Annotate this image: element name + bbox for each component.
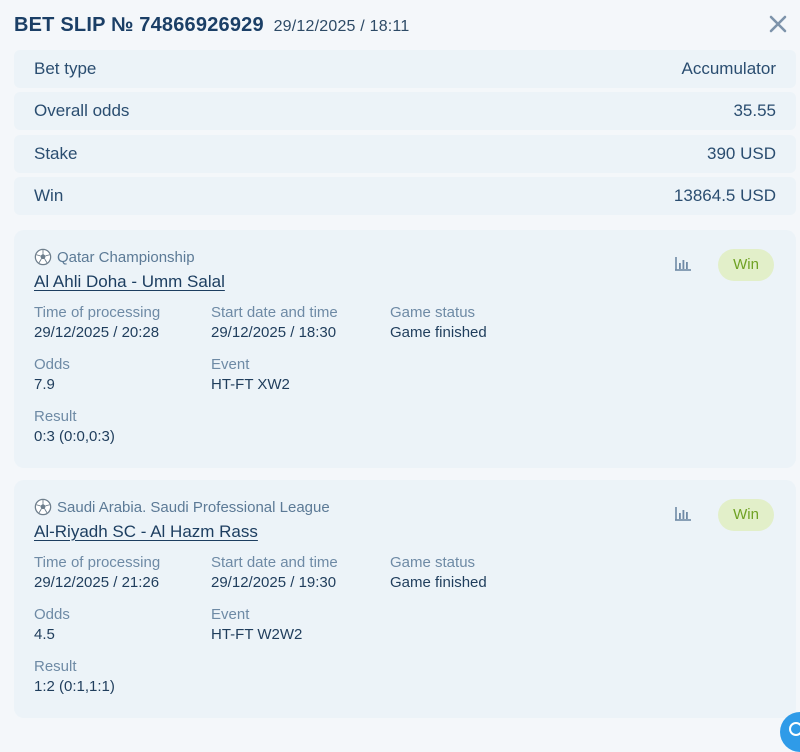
league-label: Qatar Championship xyxy=(57,248,195,266)
summary-label: Bet type xyxy=(34,59,97,78)
field-odds: Odds 7.9 xyxy=(34,356,70,393)
statistics-icon[interactable] xyxy=(674,254,692,272)
field-label: Game status xyxy=(390,304,476,321)
field-label: Start date and time xyxy=(211,554,338,571)
field-event: Event HT-FT XW2 xyxy=(211,356,290,393)
summary-value: Accumulator xyxy=(681,59,776,78)
field-event: Event HT-FT W2W2 xyxy=(211,606,302,643)
field-label: Game status xyxy=(390,554,476,571)
field-label: Time of processing xyxy=(34,304,161,321)
summary-row-bet-type: Bet type Accumulator xyxy=(14,50,796,88)
match-link[interactable]: Al-Riyadh SC - Al Hazm Rass xyxy=(34,522,258,542)
field-start-date: Start date and time 29/12/2025 / 18:30 xyxy=(211,304,338,341)
status-badge: Win xyxy=(718,249,774,281)
summary-row-win: Win 13864.5 USD xyxy=(14,177,796,215)
field-game-status: Game status Game finished xyxy=(390,304,487,341)
field-time-of-processing: Time of processing 29/12/2025 / 20:28 xyxy=(34,304,160,341)
field-value: 4.5 xyxy=(34,626,55,643)
summary-label: Stake xyxy=(34,144,78,163)
field-start-date: Start date and time 29/12/2025 / 19:30 xyxy=(211,554,338,591)
summary-label: Win xyxy=(34,186,64,205)
summary-label: Overall odds xyxy=(34,101,130,120)
summary-row-stake: Stake 390 USD xyxy=(14,135,796,173)
field-value: 29/12/2025 / 20:28 xyxy=(34,324,160,341)
field-label: Odds xyxy=(34,606,70,623)
bet-slip-header: BET SLIP № 74866926929 29/12/2025 / 18:1… xyxy=(0,0,800,50)
page-title: BET SLIP № 74866926929 29/12/2025 / 18:1… xyxy=(14,14,409,37)
bet-slip-number: BET SLIP № 74866926929 xyxy=(14,14,264,36)
field-game-status: Game status Game finished xyxy=(390,554,487,591)
league-name: Qatar Championship xyxy=(34,248,195,266)
field-value: 29/12/2025 / 21:26 xyxy=(34,574,160,591)
field-value: 0:3 (0:0,0:3) xyxy=(34,428,115,445)
field-label: Event xyxy=(211,356,250,373)
field-value: HT-FT XW2 xyxy=(211,376,290,393)
league-label: Saudi Arabia. Saudi Professional League xyxy=(57,498,330,516)
field-result: Result 0:3 (0:0,0:3) xyxy=(34,408,115,445)
bet-slip-datetime: 29/12/2025 / 18:11 xyxy=(273,18,410,35)
field-value: 29/12/2025 / 18:30 xyxy=(211,324,337,341)
field-value: Game finished xyxy=(390,574,487,591)
field-label: Event xyxy=(211,606,250,623)
statistics-icon[interactable] xyxy=(674,504,692,522)
field-label: Odds xyxy=(34,356,70,373)
summary-value: 35.55 xyxy=(733,101,776,120)
help-chat-button[interactable] xyxy=(780,712,800,752)
summary-row-overall-odds: Overall odds 35.55 xyxy=(14,92,796,130)
summary-value: 390 USD xyxy=(707,144,776,163)
field-label: Time of processing xyxy=(34,554,161,571)
field-label: Result xyxy=(34,658,77,675)
bet-card: Saudi Arabia. Saudi Professional League … xyxy=(14,480,796,718)
soccer-ball-icon xyxy=(34,248,52,266)
summary-value: 13864.5 USD xyxy=(673,186,776,205)
field-odds: Odds 4.5 xyxy=(34,606,70,643)
soccer-ball-icon xyxy=(34,498,52,516)
field-result: Result 1:2 (0:1,1:1) xyxy=(34,658,115,695)
match-link[interactable]: Al Ahli Doha - Umm Salal xyxy=(34,272,225,292)
field-value: Game finished xyxy=(390,324,487,341)
bet-card: Qatar Championship Al Ahli Doha - Umm Sa… xyxy=(14,230,796,468)
close-icon[interactable] xyxy=(766,12,790,36)
field-value: 7.9 xyxy=(34,376,55,393)
field-value: HT-FT W2W2 xyxy=(211,626,303,643)
league-name: Saudi Arabia. Saudi Professional League xyxy=(34,498,330,516)
status-badge: Win xyxy=(718,499,774,531)
field-label: Start date and time xyxy=(211,304,338,321)
field-label: Result xyxy=(34,408,77,425)
field-value: 1:2 (0:1,1:1) xyxy=(34,678,115,695)
field-time-of-processing: Time of processing 29/12/2025 / 21:26 xyxy=(34,554,160,591)
field-value: 29/12/2025 / 19:30 xyxy=(211,574,337,591)
